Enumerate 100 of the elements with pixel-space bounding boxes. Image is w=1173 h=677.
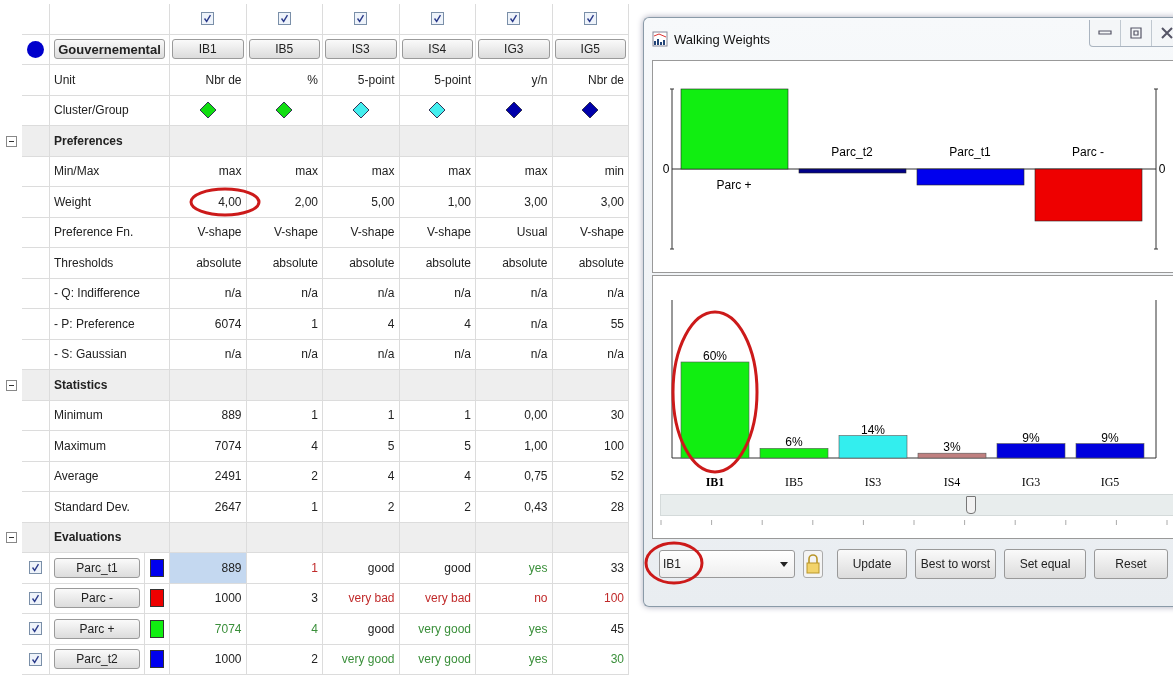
table-cell[interactable]: 2 xyxy=(246,644,323,675)
checkbox[interactable] xyxy=(430,12,444,26)
table-cell: 7074 xyxy=(170,431,247,462)
table-cell: 30 xyxy=(552,400,629,431)
collapse-icon[interactable] xyxy=(5,379,17,391)
table-cell: 0,43 xyxy=(476,492,553,523)
table-cell: 5 xyxy=(399,431,476,462)
table-cell: Usual xyxy=(476,217,553,248)
action-button[interactable]: Reset xyxy=(1094,549,1168,579)
value-label: 3% xyxy=(943,440,961,455)
slider[interactable] xyxy=(660,494,1173,516)
table-cell[interactable]: very bad xyxy=(323,583,400,614)
slider-thumb[interactable] xyxy=(965,496,976,514)
checkbox[interactable] xyxy=(29,622,42,636)
table-cell: 889 xyxy=(170,400,247,431)
table-cell: y/n xyxy=(476,65,553,96)
table-cell[interactable]: yes xyxy=(476,644,553,675)
table-cell[interactable]: no xyxy=(476,583,553,614)
value-label: 14% xyxy=(861,422,885,437)
table-cell: 2647 xyxy=(170,492,247,523)
checkbox[interactable] xyxy=(29,652,42,666)
category-label: IG3 xyxy=(1021,475,1041,489)
table-cell: 5-point xyxy=(399,65,476,96)
table-cell xyxy=(22,461,50,492)
table-cell: 2 xyxy=(246,461,323,492)
bar-label: Parc_t1 xyxy=(949,145,991,159)
action-button[interactable]: Best to worst xyxy=(915,549,996,579)
checkbox[interactable] xyxy=(354,12,368,26)
window-title: Walking Weights xyxy=(674,31,771,47)
table-cell[interactable]: 30 xyxy=(552,644,629,675)
table-cell[interactable]: 7074 xyxy=(170,614,247,645)
collapse-icon[interactable] xyxy=(5,532,17,544)
table-cell[interactable]: 3 xyxy=(246,583,323,614)
table-cell[interactable]: yes xyxy=(476,553,553,584)
checkbox[interactable] xyxy=(29,591,42,605)
category-label: IB5 xyxy=(785,475,803,489)
checkbox[interactable] xyxy=(277,12,291,26)
axis-label: 0 xyxy=(662,162,670,176)
checkbox[interactable] xyxy=(583,12,597,26)
group-button[interactable]: Gouvernemental xyxy=(54,39,165,60)
table-cell[interactable]: 1000 xyxy=(170,583,247,614)
table-cell[interactable]: good xyxy=(323,553,400,584)
table-cell[interactable]: 33 xyxy=(552,553,629,584)
table-cell: 0,75 xyxy=(476,461,553,492)
table-cell: V-shape xyxy=(552,217,629,248)
table-cell: 5-point xyxy=(323,65,400,96)
table-cell[interactable]: very good xyxy=(399,614,476,645)
close-icon xyxy=(1161,26,1173,39)
row-button[interactable]: Parc - xyxy=(54,588,140,609)
table-cell: 5 xyxy=(323,431,400,462)
checkbox[interactable] xyxy=(201,12,215,26)
table-cell[interactable]: very good xyxy=(399,644,476,675)
column-button[interactable]: IB5 xyxy=(248,39,320,60)
table-cell: V-shape xyxy=(399,217,476,248)
table-cell: 1 xyxy=(399,400,476,431)
row-label: - Q: Indifference xyxy=(50,278,170,309)
column-button[interactable]: IS4 xyxy=(401,39,473,60)
table-cell[interactable]: good xyxy=(399,553,476,584)
collapse-icon[interactable] xyxy=(5,135,17,147)
maximize-icon xyxy=(1130,26,1142,39)
table-cell[interactable]: 4 xyxy=(246,614,323,645)
checkbox[interactable] xyxy=(507,12,521,26)
table-cell[interactable]: very bad xyxy=(399,583,476,614)
table-cell[interactable]: 1 xyxy=(246,553,323,584)
table-cell: 100 xyxy=(552,431,629,462)
table-cell: absolute xyxy=(323,248,400,279)
table-cell: 4 xyxy=(399,309,476,340)
checkbox[interactable] xyxy=(29,561,42,575)
table-cell: n/a xyxy=(552,278,629,309)
row-label: Average xyxy=(50,461,170,492)
table-cell[interactable]: very good xyxy=(323,644,400,675)
minimize-icon xyxy=(1098,30,1112,35)
table-cell[interactable]: 1000 xyxy=(170,644,247,675)
row-label: Weight xyxy=(50,187,170,218)
column-button[interactable]: IS3 xyxy=(325,39,397,60)
table-cell[interactable]: 889 xyxy=(170,553,247,584)
column-button[interactable]: IG3 xyxy=(478,39,550,60)
table-cell: absolute xyxy=(246,248,323,279)
column-button[interactable]: IG5 xyxy=(554,39,626,60)
table-cell: 4 xyxy=(399,461,476,492)
row-button[interactable]: Parc_t2 xyxy=(54,649,140,670)
table-cell: V-shape xyxy=(246,217,323,248)
table-cell[interactable]: yes xyxy=(476,614,553,645)
criterion-dropdown[interactable]: IB1 xyxy=(659,550,795,578)
row-button[interactable]: Parc + xyxy=(54,618,140,639)
table-cell[interactable]: 45 xyxy=(552,614,629,645)
action-button[interactable]: Set equal xyxy=(1004,549,1086,579)
table-cell: max xyxy=(170,156,247,187)
table-cell xyxy=(22,492,50,523)
row-button[interactable]: Parc_t1 xyxy=(54,557,140,578)
row-label: Standard Dev. xyxy=(50,492,170,523)
value-label: 6% xyxy=(785,435,803,450)
column-button[interactable]: IB1 xyxy=(172,39,244,60)
table-cell: 0,00 xyxy=(476,400,553,431)
action-button[interactable]: Update xyxy=(837,549,907,579)
section-label: Preferences xyxy=(50,126,170,157)
table-cell xyxy=(22,126,50,157)
table-cell[interactable]: good xyxy=(323,614,400,645)
axis-label: 0 xyxy=(1158,162,1166,176)
table-cell[interactable]: 100 xyxy=(552,583,629,614)
